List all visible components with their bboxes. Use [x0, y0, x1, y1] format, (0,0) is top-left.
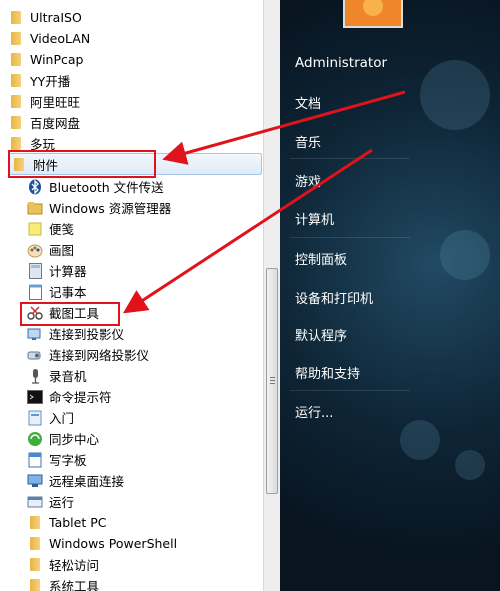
annotation-arrows: [122, 90, 406, 314]
arrow-to-accessories: [162, 90, 406, 165]
arrow-to-snipping-tool: [122, 148, 373, 314]
